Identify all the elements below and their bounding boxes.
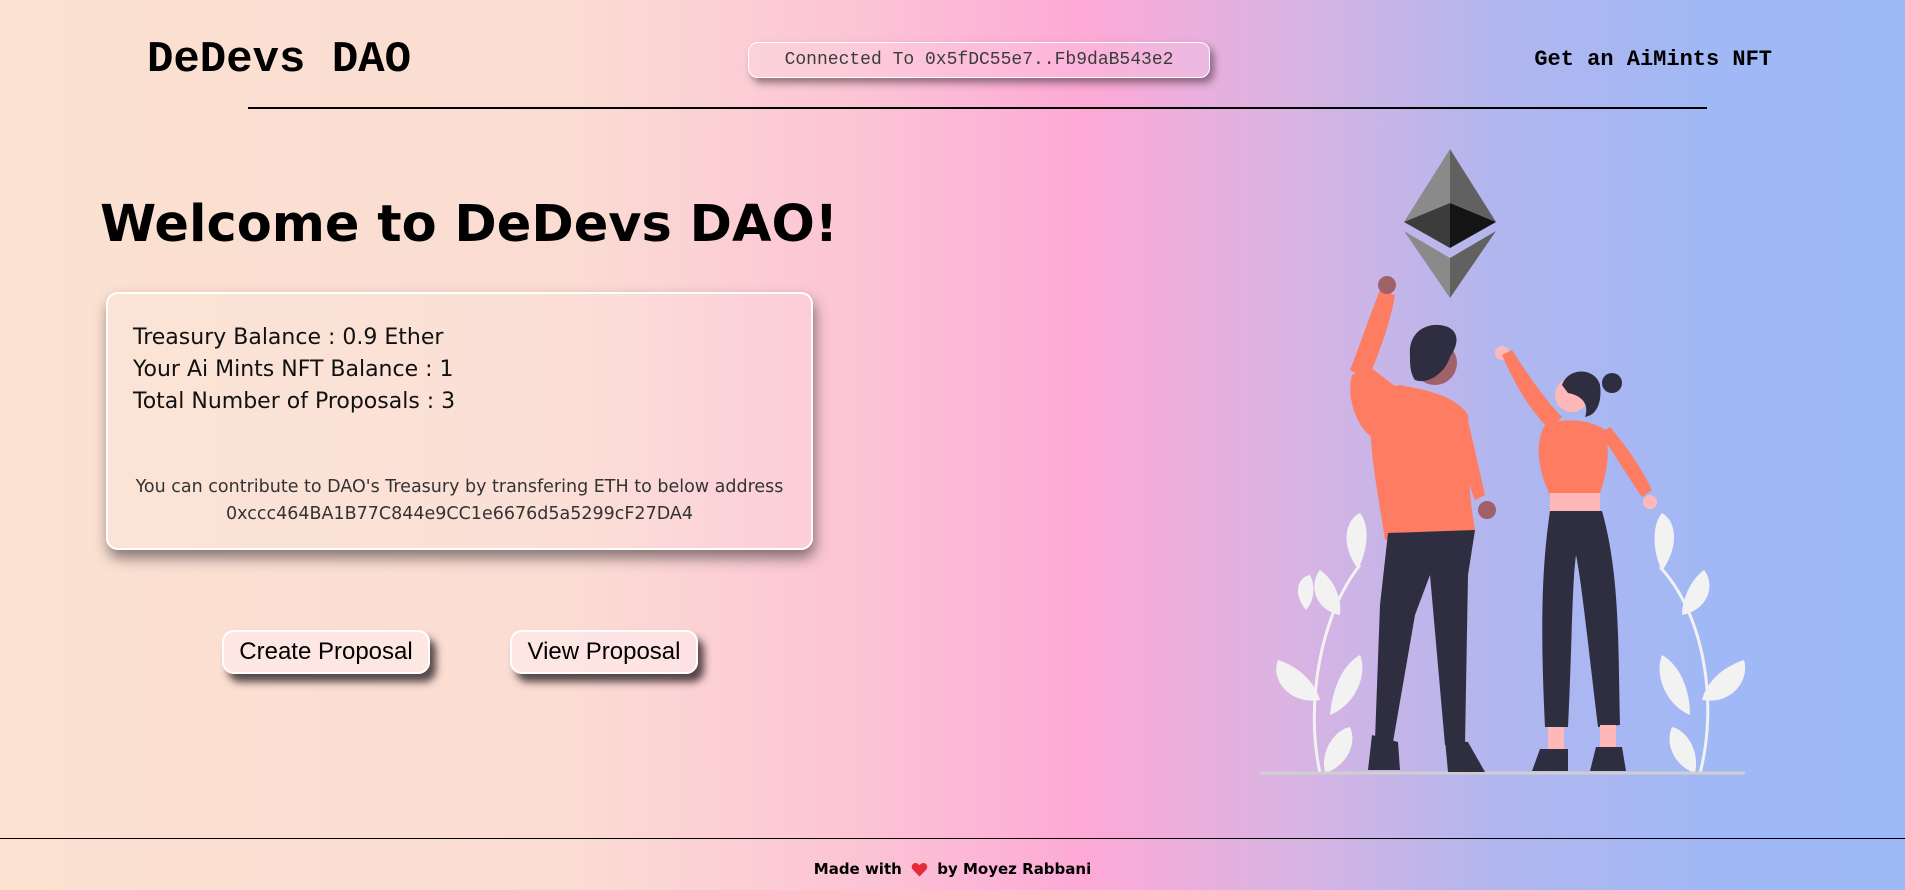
treasury-address: 0xccc464BA1B77C844e9CC1e6676d5a5299cF27D… (226, 504, 693, 524)
dao-info-card: Treasury Balance : 0.9 Ether Your Ai Min… (106, 292, 813, 550)
header-divider (248, 107, 1707, 109)
footer-made-with: Made with (813, 860, 902, 878)
treasury-balance: Treasury Balance : 0.9 Ether (133, 325, 444, 350)
welcome-heading: Welcome to DeDevs DAO! (100, 195, 839, 254)
dao-illustration (1260, 149, 1746, 775)
brand-title: DeDevs DAO (147, 35, 412, 85)
view-proposal-button[interactable]: View Proposal (510, 630, 698, 674)
get-nft-link[interactable]: Get an AiMints NFT (1534, 46, 1772, 74)
man-figure-icon (1350, 276, 1496, 772)
footer: Made with by Moyez Rabbani (0, 859, 1905, 879)
contribute-text: You can contribute to DAO's Treasury by … (135, 477, 784, 497)
contribute-note: You can contribute to DAO's Treasury by … (108, 474, 811, 528)
total-proposals: Total Number of Proposals : 3 (133, 389, 456, 414)
heart-icon (911, 862, 928, 877)
left-plant-icon (1276, 513, 1367, 774)
footer-divider (0, 838, 1905, 839)
woman-figure-icon (1495, 346, 1657, 771)
create-proposal-button[interactable]: Create Proposal (222, 630, 430, 674)
ethereum-logo-icon (1404, 149, 1496, 298)
wallet-connected-badge: Connected To 0x5fDC55e7..Fb9daB543e2 (748, 42, 1210, 78)
right-plant-icon (1654, 513, 1746, 774)
nft-balance: Your Ai Mints NFT Balance : 1 (133, 357, 454, 382)
footer-author: by Moyez Rabbani (937, 860, 1092, 878)
